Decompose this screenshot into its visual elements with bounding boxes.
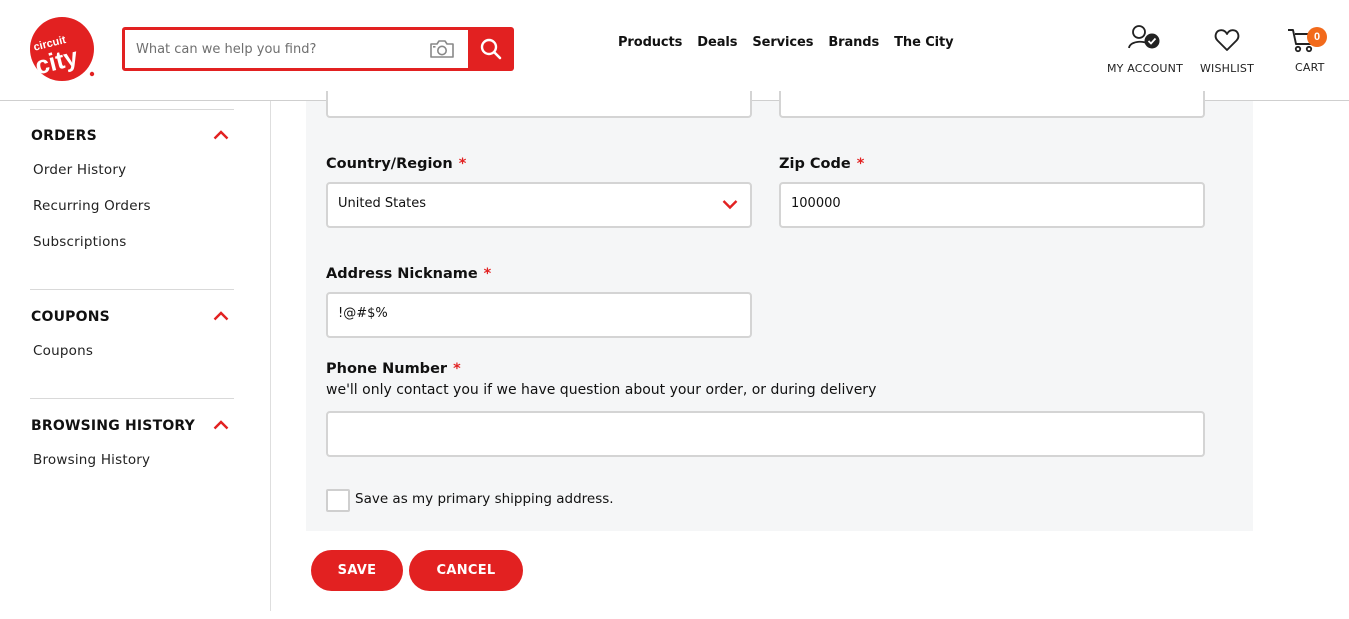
country-select[interactable]: United States [326,182,752,228]
circuit-city-logo[interactable]: circuit city [29,17,97,81]
chevron-up-icon[interactable] [213,130,229,140]
sidebar-divider [30,289,234,290]
coupons-heading[interactable]: COUPONS [31,309,110,325]
main-nav: Products Deals Services Brands The City [618,35,969,50]
zip-value: 100000 [791,196,841,211]
my-account-label: MY ACCOUNT [1106,62,1184,75]
cart-count-badge: 0 [1307,27,1327,47]
nav-brands[interactable]: Brands [828,35,879,50]
browsing-history-heading[interactable]: BROWSING HISTORY [31,418,195,434]
nav-deals[interactable]: Deals [697,35,737,50]
chevron-up-icon[interactable] [213,311,229,321]
primary-address-checkbox[interactable] [326,489,350,512]
camera-icon[interactable] [429,39,455,59]
search-bar [122,27,514,71]
orders-heading[interactable]: ORDERS [31,128,97,144]
chevron-down-icon [722,200,738,210]
sidebar-item-recurring-orders[interactable]: Recurring Orders [33,198,151,214]
zip-field[interactable]: 100000 [779,182,1205,228]
cart-link[interactable]: 0 CART [1285,24,1335,74]
account-sidebar: ORDERS Order History Recurring Orders Su… [0,101,271,611]
sidebar-item-coupons[interactable]: Coupons [33,343,93,359]
phone-label: Phone Number * [326,361,461,377]
nickname-label: Address Nickname * [326,266,492,282]
wishlist-link[interactable]: WISHLIST [1195,24,1259,75]
wishlist-label: WISHLIST [1199,62,1255,75]
address-field-upper-left[interactable] [326,91,752,118]
nav-products[interactable]: Products [618,35,682,50]
nav-the-city[interactable]: The City [894,35,953,50]
sidebar-divider [30,398,234,399]
my-account-link[interactable]: MY ACCOUNT [1100,24,1190,75]
site-header: circuit city Products Deals Services Bra… [0,0,1349,101]
sidebar-item-subscriptions[interactable]: Subscriptions [33,234,127,250]
address-field-upper-right[interactable] [779,91,1205,118]
country-value: United States [338,196,427,211]
sidebar-item-order-history[interactable]: Order History [33,162,126,178]
account-check-icon [1128,25,1160,49]
primary-address-label[interactable]: Save as my primary shipping address. [355,491,614,507]
phone-field[interactable] [326,411,1205,457]
save-button[interactable]: SAVE [311,550,403,591]
heart-icon [1214,29,1240,51]
nickname-value: !@#$% [338,306,388,321]
search-button[interactable] [468,27,514,71]
country-label: Country/Region * [326,156,467,172]
chevron-up-icon[interactable] [213,420,229,430]
phone-help-text: we'll only contact you if we have questi… [326,382,877,398]
sidebar-item-browsing-history[interactable]: Browsing History [33,452,150,468]
nickname-field[interactable]: !@#$% [326,292,752,338]
nav-services[interactable]: Services [752,35,813,50]
cancel-button[interactable]: CANCEL [409,550,523,591]
search-input[interactable] [125,30,467,68]
search-icon [480,38,502,60]
sidebar-divider [30,109,234,110]
cart-label: CART [1295,61,1325,74]
zip-label: Zip Code * [779,156,865,172]
address-form-panel: Country/Region * United States Zip Code * … [306,91,1253,531]
